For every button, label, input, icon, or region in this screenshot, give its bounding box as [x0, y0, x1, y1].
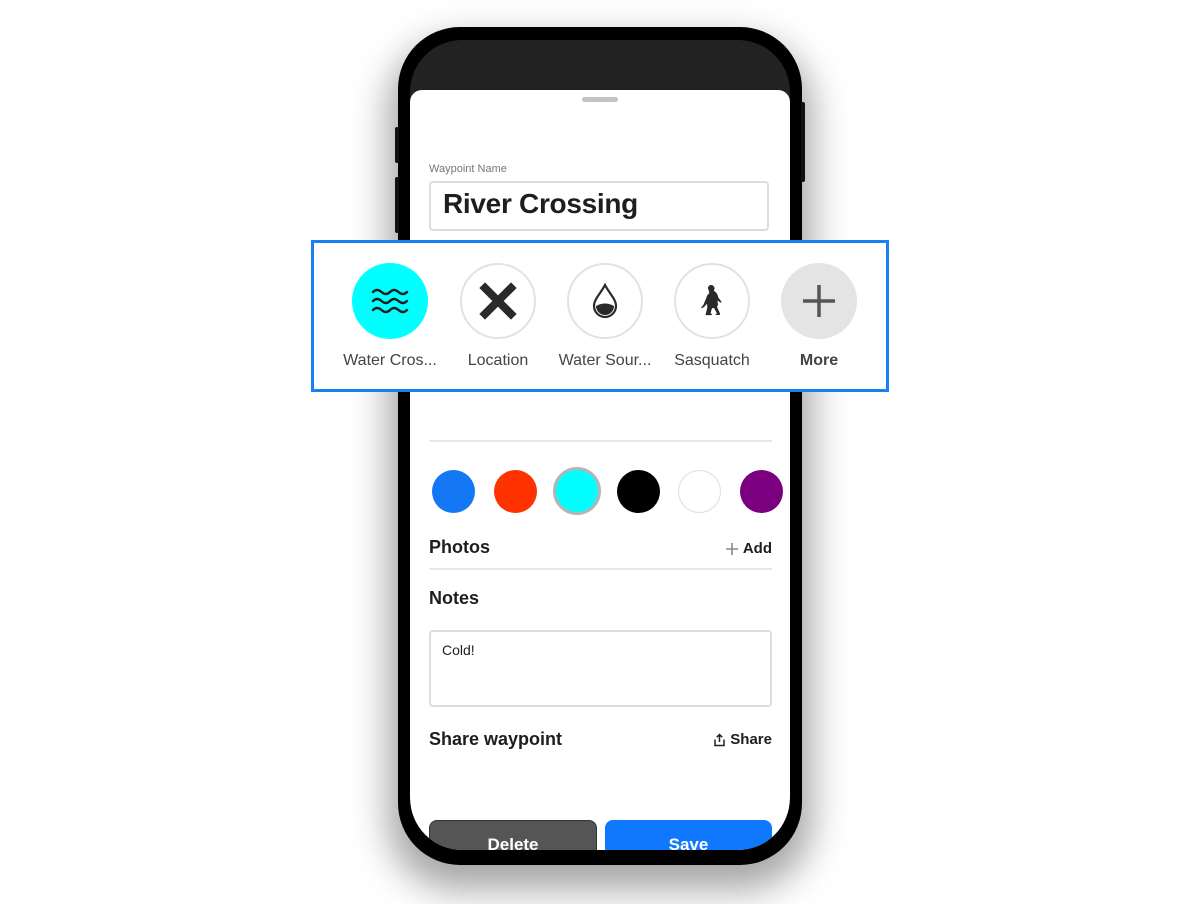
add-photo-label: Add — [742, 540, 772, 557]
type-option-label: Sasquatch — [674, 352, 750, 369]
type-option-circle — [781, 263, 857, 339]
notes-textarea[interactable]: Cold! — [429, 630, 772, 707]
notes-title: Notes — [429, 588, 480, 608]
add-photo-button[interactable]: Add — [725, 540, 772, 557]
color-swatch-black[interactable] — [617, 470, 660, 513]
type-option-circle — [567, 263, 643, 339]
divider — [429, 568, 772, 570]
power-button — [801, 102, 805, 182]
type-option-circle — [460, 263, 536, 339]
sheet-grabber[interactable] — [582, 97, 618, 102]
type-option-more[interactable]: More — [764, 263, 874, 370]
type-option-label: Water Cros... — [343, 352, 437, 369]
waypoint-name-input[interactable]: River Crossing — [429, 181, 769, 231]
color-swatch-red[interactable] — [494, 470, 537, 513]
share-title: Share waypoint — [429, 729, 563, 749]
type-option-label: Location — [467, 352, 529, 369]
save-button[interactable]: Save — [605, 820, 772, 850]
waves-icon — [371, 288, 409, 314]
mute-switch — [395, 127, 399, 163]
type-option-circle — [674, 263, 750, 339]
divider — [429, 440, 772, 442]
color-swatch-cyan[interactable] — [553, 467, 601, 515]
type-option-label: Water Sour... — [558, 352, 652, 369]
share-label: Share — [730, 731, 772, 748]
volume-up-button — [395, 177, 399, 233]
type-option-sasquatch[interactable]: Sasquatch — [657, 263, 767, 370]
color-swatch-blue[interactable] — [432, 470, 475, 513]
phone-screen: Waypoint Name River Crossing Type Photos… — [410, 40, 790, 850]
x-mark-icon — [479, 282, 517, 320]
color-swatch-purple[interactable] — [740, 470, 783, 513]
type-options-panel: Water Cros... Location Water Sour... Sas… — [311, 240, 889, 392]
type-option-location[interactable]: Location — [443, 263, 553, 370]
type-option-circle — [352, 263, 428, 339]
water-drop-icon — [592, 283, 618, 319]
share-button[interactable]: Share — [713, 731, 772, 748]
waypoint-sheet: Waypoint Name River Crossing Type Photos… — [410, 90, 790, 850]
sasquatch-icon — [701, 285, 722, 316]
plus-icon — [725, 542, 738, 555]
type-option-water-source[interactable]: Water Sour... — [550, 263, 660, 370]
share-icon — [714, 732, 726, 746]
type-option-label: More — [799, 352, 839, 369]
plus-icon — [803, 285, 835, 317]
waypoint-name-label: Waypoint Name — [429, 163, 507, 175]
photos-title: Photos — [429, 537, 490, 557]
color-swatch-white[interactable] — [678, 470, 721, 513]
type-option-water-crossing[interactable]: Water Cros... — [335, 263, 445, 370]
delete-button[interactable]: Delete — [429, 820, 597, 850]
